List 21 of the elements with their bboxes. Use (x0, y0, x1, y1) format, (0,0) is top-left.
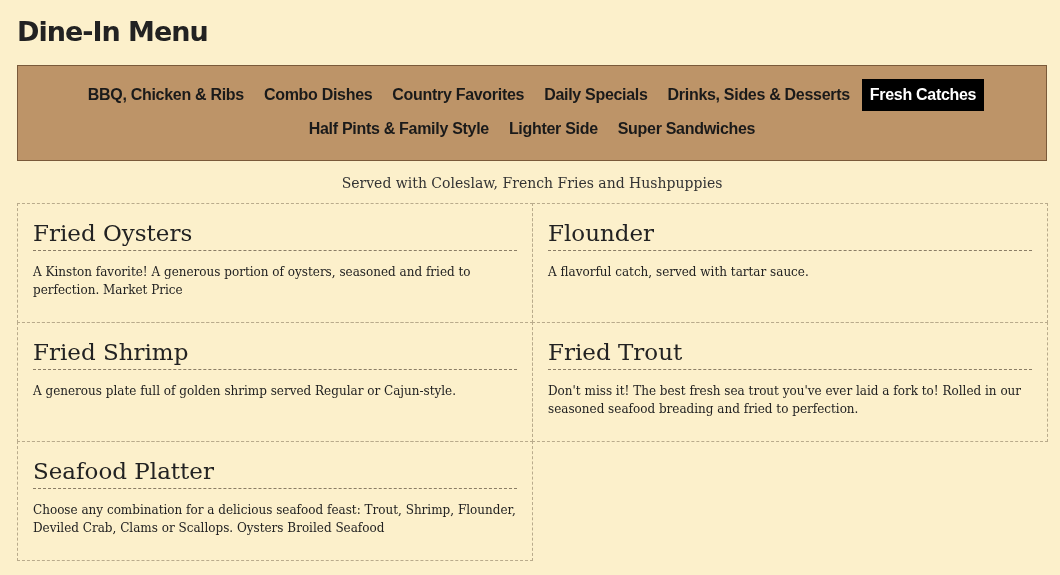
category-tab[interactable]: Lighter Side (500, 113, 606, 145)
item-description: A generous plate full of golden shrimp served Regular or Cajun-style. (33, 383, 458, 400)
category-tab[interactable]: BBQ, Chicken & Ribs (79, 79, 252, 111)
category-tab[interactable]: Combo Dishes (255, 79, 381, 111)
category-tab[interactable]: Country Favorites (384, 79, 533, 111)
item-description: Choose any combination for a delicious seafood feast: Trout, Shrimp, Flounder, Deviled Crab, Clams or Scallops. Oysters Broiled Seafood (33, 502, 517, 537)
item-name: Fried Trout (548, 339, 1032, 370)
item-description: A Kinston favorite! A generous portion of oysters, seasoned and fried to perfection. Market Price (33, 264, 472, 299)
item-description: Don't miss it! The best fresh sea trout you've ever laid a fork to! Rolled in our seasoned seafood breading and fried to perfection. (548, 383, 1023, 418)
item-name: Fried Shrimp (33, 339, 517, 370)
item-name: Flounder (548, 220, 1032, 251)
category-tab[interactable]: Super Sandwiches (609, 113, 764, 145)
item-name: Seafood Platter (33, 458, 517, 489)
category-tab[interactable]: Fresh Catches (861, 79, 985, 111)
item-name: Fried Oysters (33, 220, 517, 251)
item-description: A flavorful catch, served with tartar sauce. (548, 264, 810, 281)
page-title: Dine-In Menu (17, 16, 209, 47)
category-tab[interactable]: Half Pints & Family Style (300, 113, 497, 145)
category-tab[interactable]: Drinks, Sides & Desserts (659, 79, 858, 111)
category-tab[interactable]: Daily Specials (536, 79, 656, 111)
served-with-note: Served with Coleslaw, French Fries and Hushpuppies (340, 175, 724, 191)
